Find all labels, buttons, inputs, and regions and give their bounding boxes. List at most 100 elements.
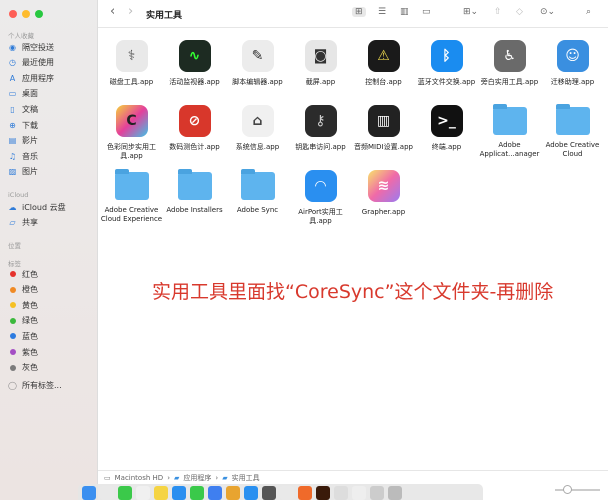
- gallery-view-button[interactable]: ▭: [422, 7, 431, 17]
- slider-thumb[interactable]: [563, 485, 572, 494]
- dock-app-icon[interactable]: [388, 486, 402, 500]
- app-item[interactable]: ⚕ 磁盘工具.app: [100, 40, 163, 87]
- dock-app-icon[interactable]: [100, 486, 114, 500]
- app-item[interactable]: ⚠ 控制台.app: [352, 40, 415, 87]
- dock-app-icon[interactable]: [82, 486, 96, 500]
- disk-icon: ▭: [104, 473, 111, 482]
- sidebar-item[interactable]: ▨ 图片: [8, 166, 38, 178]
- close-button[interactable]: [9, 10, 17, 18]
- window-title: 实用工具: [146, 11, 183, 21]
- sidebar-item[interactable]: ▤ 影片: [8, 135, 38, 147]
- annotation-text: 实用工具里面找“CoreSync”这个文件夹-再删除: [152, 281, 554, 303]
- column-view-button[interactable]: ▥: [400, 7, 409, 17]
- app-icon: ≋: [367, 170, 400, 202]
- app-item[interactable]: ▥ 音频MIDI设置.app: [352, 105, 415, 152]
- sidebar-item-label: 图片: [22, 167, 38, 177]
- app-item[interactable]: ◠ AirPort实用工具.app: [289, 170, 352, 226]
- sidebar-item[interactable]: ◉ 隔空投送: [8, 41, 54, 53]
- sidebar-item[interactable]: ☁ iCloud 云盘: [8, 201, 66, 213]
- zoom-button[interactable]: [35, 10, 43, 18]
- app-icon: ∿: [178, 40, 211, 72]
- item-label: 旁白实用工具.app: [480, 78, 539, 86]
- app-item[interactable]: ⌂ 系统信息.app: [226, 105, 289, 152]
- dock-app-icon[interactable]: [334, 486, 348, 500]
- dock-app-icon[interactable]: [262, 486, 276, 500]
- sidebar-item[interactable]: ♫ 音乐: [8, 150, 38, 162]
- sidebar-item[interactable]: ◷ 最近使用: [8, 57, 54, 69]
- sidebar-item-label: 应用程序: [22, 73, 54, 83]
- download-icon: ⊕: [9, 120, 16, 130]
- app-icon: ⚕: [115, 40, 148, 72]
- dock-app-icon[interactable]: [244, 486, 258, 500]
- dock-app-icon[interactable]: [298, 486, 312, 500]
- dock-app-icon[interactable]: [136, 486, 150, 500]
- group-button[interactable]: ⊞⌄: [463, 7, 478, 17]
- app-item[interactable]: ✎ 脚本编辑器.app: [226, 40, 289, 87]
- icon-view-button[interactable]: ⊞: [352, 7, 366, 17]
- document-icon: ▯: [10, 104, 15, 114]
- path-separator: ›: [215, 473, 219, 482]
- dock-app-icon[interactable]: [154, 486, 168, 500]
- sidebar-item-label: 灰色: [22, 363, 38, 373]
- dock-app-icon[interactable]: [172, 486, 186, 500]
- app-item[interactable]: ♿ 旁白实用工具.app: [478, 40, 541, 87]
- app-item[interactable]: ☺ 迁移助理.app: [541, 40, 604, 87]
- sidebar-item-label: 绿色: [22, 316, 38, 326]
- app-item[interactable]: >_ 终端.app: [415, 105, 478, 152]
- sidebar-item[interactable]: A 应用程序: [8, 72, 54, 84]
- sidebar-item[interactable]: 黄色: [8, 299, 38, 311]
- app-item[interactable]: ∿ 活动监视器.app: [163, 40, 226, 87]
- icon-size-slider[interactable]: [555, 485, 600, 494]
- clock-icon: ◷: [9, 58, 16, 68]
- app-item[interactable]: ≋ Grapher.app: [352, 170, 415, 217]
- folder-item[interactable]: Adobe Creative Cloud: [541, 104, 604, 159]
- sidebar-item[interactable]: 红色: [8, 268, 38, 280]
- sidebar-item-label: 共享: [22, 218, 38, 228]
- path-item[interactable]: 实用工具: [232, 473, 260, 483]
- path-item[interactable]: 应用程序: [183, 473, 211, 483]
- tag-outline-icon: ◯: [8, 380, 17, 390]
- dock-app-icon[interactable]: [118, 486, 132, 500]
- path-item[interactable]: Macintosh HD: [115, 474, 164, 482]
- dock-app-icon[interactable]: [280, 486, 294, 500]
- sidebar-item[interactable]: 紫色: [8, 346, 38, 358]
- sidebar: 个人收藏 ◉ 隔空投送 ◷ 最近使用 A 应用程序 ▭ 桌面 ▯ 文稿 ⊕ 下载 ▤ 影片 ♫ 音乐 ▨ 图片 i…: [0, 0, 98, 500]
- app-item[interactable]: ᛒ 蓝牙文件交换.app: [415, 40, 478, 87]
- sidebar-item-all-tags[interactable]: ◯ 所有标签...: [8, 379, 62, 391]
- share-button[interactable]: ⇧: [494, 7, 502, 17]
- tag-button[interactable]: ◇: [516, 7, 523, 17]
- back-button[interactable]: ‹: [110, 4, 115, 19]
- app-icon: >_: [430, 105, 463, 137]
- app-item[interactable]: ⚷ 钥匙串访问.app: [289, 105, 352, 152]
- sidebar-item[interactable]: 橙色: [8, 284, 38, 296]
- dock-app-icon[interactable]: [190, 486, 204, 500]
- sidebar-item[interactable]: 灰色: [8, 362, 38, 374]
- list-view-button[interactable]: ☰: [378, 7, 386, 17]
- app-item[interactable]: ◙ 截屏.app: [289, 40, 352, 87]
- minimize-button[interactable]: [22, 10, 30, 18]
- folder-item[interactable]: Adobe Sync: [226, 169, 289, 215]
- sidebar-item[interactable]: ▭ 桌面: [8, 88, 38, 100]
- folder-item[interactable]: Adobe Applicat...anager: [478, 104, 541, 159]
- app-item[interactable]: ⊘ 数码测色计.app: [163, 105, 226, 152]
- forward-button[interactable]: ›: [128, 4, 133, 19]
- dock-app-icon[interactable]: [370, 486, 384, 500]
- dock-app-icon[interactable]: [208, 486, 222, 500]
- app-icon: ⚷: [304, 105, 337, 137]
- dock-app-icon[interactable]: [352, 486, 366, 500]
- sidebar-item[interactable]: 绿色: [8, 315, 38, 327]
- sidebar-item[interactable]: ⊕ 下载: [8, 119, 38, 131]
- folder-item[interactable]: Adobe Creative Cloud Experience: [100, 169, 163, 224]
- folder-item[interactable]: Adobe Installers: [163, 169, 226, 215]
- more-button[interactable]: ⊙⌄: [540, 7, 555, 17]
- search-button[interactable]: ⌕: [586, 7, 591, 17]
- app-item[interactable]: C 色彩同步实用工具.app: [100, 105, 163, 161]
- sidebar-item[interactable]: ▯ 文稿: [8, 103, 38, 115]
- sidebar-item[interactable]: 蓝色: [8, 330, 38, 342]
- dock-app-icon[interactable]: [226, 486, 240, 500]
- path-separator: ›: [167, 473, 170, 482]
- item-label: 磁盘工具.app: [109, 78, 154, 86]
- folder-icon: [240, 169, 275, 200]
- dock-app-icon[interactable]: [316, 486, 330, 500]
- sidebar-item[interactable]: ▱ 共享: [8, 217, 38, 229]
